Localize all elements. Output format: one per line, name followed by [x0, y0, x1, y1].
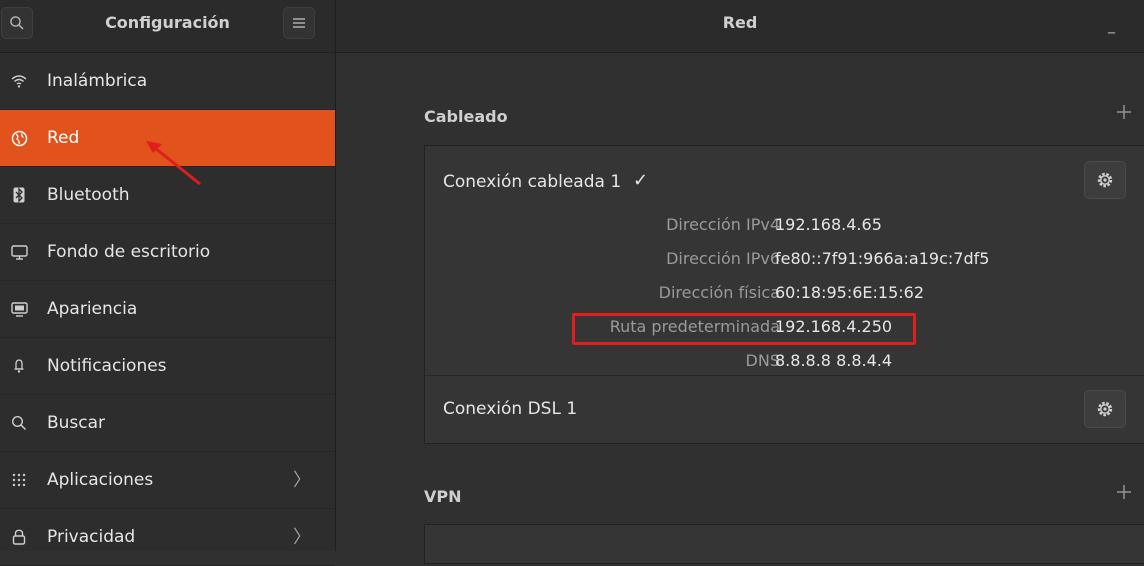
sidebar-item-buscar[interactable]: Buscar: [0, 395, 335, 452]
bell-icon: [10, 357, 28, 375]
sidebar-item-label: Red: [47, 128, 80, 148]
divider: [425, 375, 1144, 376]
wired-settings-button[interactable]: [1084, 161, 1126, 199]
dsl-connection-name[interactable]: Conexión DSL 1: [443, 399, 577, 419]
highlight-box-default-route: [572, 313, 916, 345]
sidebar-item-label: Bluetooth: [47, 185, 130, 205]
monitor-icon: [10, 243, 28, 261]
section-title-vpn: VPN: [424, 487, 462, 506]
add-vpn-button[interactable]: [1116, 481, 1132, 506]
ipv6-label: Dirección IPv6: [666, 249, 780, 268]
sidebar-item-label: Buscar: [47, 413, 106, 433]
dsl-settings-button[interactable]: [1084, 390, 1126, 428]
search-icon: [10, 16, 24, 30]
mac-value: 60:18:95:6E:15:62: [775, 283, 925, 302]
globe-icon: [10, 129, 28, 147]
gear-icon: [1097, 172, 1113, 188]
ipv4-value: 192.168.4.65: [775, 215, 882, 234]
chevron-right-icon: 〉: [293, 470, 311, 491]
minimize-button[interactable]: –: [1107, 22, 1116, 43]
checkmark-icon: ✓: [633, 170, 649, 191]
plus-icon: [1117, 105, 1131, 119]
sidebar-item-privacidad[interactable]: Privacidad 〉: [0, 509, 335, 566]
sidebar-item-label: Aplicaciones: [47, 470, 154, 490]
sidebar-item-label: Fondo de escritorio: [47, 242, 211, 262]
menu-button[interactable]: [283, 7, 315, 39]
dns-value: 8.8.8.8 8.8.4.4: [775, 351, 893, 370]
wifi-icon: [10, 72, 28, 90]
sidebar-item-fondo[interactable]: Fondo de escritorio: [0, 224, 335, 281]
sidebar-item-aplicaciones[interactable]: Aplicaciones 〉: [0, 452, 335, 509]
sidebar-item-apariencia[interactable]: Apariencia: [0, 281, 335, 338]
apps-grid-icon: [10, 471, 28, 489]
header-bar: Configuración Red –: [0, 0, 1144, 53]
section-title-wired: Cableado: [424, 107, 508, 126]
sidebar-item-label: Privacidad: [47, 527, 136, 547]
plus-icon: [1117, 485, 1131, 499]
sidebar-header: Configuración: [0, 0, 336, 52]
lock-icon: [10, 528, 28, 546]
wired-connections-card: Conexión cableada 1 ✓ Dirección IPv4 192…: [424, 145, 1144, 444]
gear-icon: [1097, 401, 1113, 417]
page-title: Red: [722, 13, 758, 32]
sidebar-item-label: Inalámbrica: [47, 71, 148, 91]
sidebar-item-inalambrica[interactable]: Inalámbrica: [0, 53, 335, 110]
ipv6-value: fe80::7f91:966a:a19c:7df5: [775, 249, 990, 268]
search-icon: [10, 414, 28, 432]
sidebar-item-notificaciones[interactable]: Notificaciones: [0, 338, 335, 395]
hamburger-menu-icon: [293, 18, 305, 28]
sidebar-item-label: Notificaciones: [47, 356, 167, 376]
mac-label: Dirección física: [658, 283, 780, 302]
vpn-card: [424, 524, 1144, 564]
wired-connection-name[interactable]: Conexión cableada 1: [443, 172, 621, 192]
annotation-arrow: [146, 141, 201, 186]
search-button[interactable]: [1, 7, 33, 39]
add-wired-connection-button[interactable]: [1116, 101, 1132, 126]
bluetooth-icon: [10, 186, 28, 204]
network-panel: Cableado Conexión cableada 1 ✓ Dirección…: [336, 53, 1144, 564]
app-title: Configuración: [105, 13, 230, 32]
sidebar-item-label: Apariencia: [47, 299, 138, 319]
chevron-right-icon: 〉: [293, 527, 311, 548]
sidebar: Inalámbrica Red Bluetooth Fondo de escri…: [0, 53, 336, 566]
appearance-icon: [10, 300, 28, 318]
ipv4-label: Dirección IPv4: [666, 215, 780, 234]
